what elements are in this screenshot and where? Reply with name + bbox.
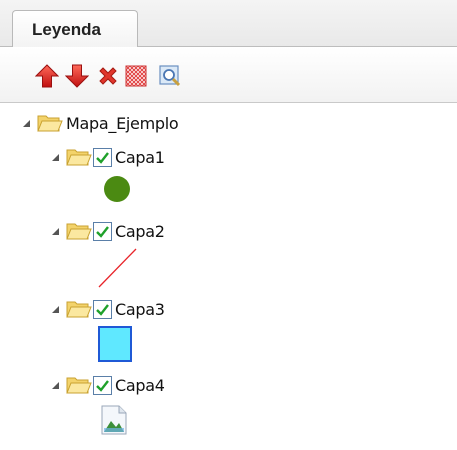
delete-button[interactable] xyxy=(96,64,120,88)
folder-open-icon xyxy=(66,149,92,166)
checkmark-icon xyxy=(96,151,109,164)
legend-tree: Mapa_Ejemplo Capa1 Capa2 Capa3 Capa4 xyxy=(0,104,457,450)
expand-toggle[interactable] xyxy=(50,152,60,162)
move-down-icon xyxy=(65,64,89,88)
tree-node-capa4[interactable]: Capa4 xyxy=(50,372,165,398)
triangle-down-icon xyxy=(51,227,59,235)
tab-leyenda[interactable]: Leyenda xyxy=(12,10,138,48)
tree-node-root[interactable]: Mapa_Ejemplo xyxy=(21,110,179,136)
folder-open-icon xyxy=(66,223,92,240)
expand-toggle[interactable] xyxy=(50,380,60,390)
layer-visibility-checkbox[interactable] xyxy=(93,147,112,167)
expand-toggle[interactable] xyxy=(50,304,60,314)
checkmark-icon xyxy=(96,225,109,238)
folder-open-icon xyxy=(37,115,63,132)
tree-node-capa3[interactable]: Capa3 xyxy=(50,296,165,322)
layer-visibility-checkbox[interactable] xyxy=(93,375,112,395)
point-symbol xyxy=(104,176,130,202)
layer-label: Capa3 xyxy=(115,299,165,319)
broken-image-icon xyxy=(101,405,127,435)
triangle-down-icon xyxy=(22,119,30,127)
transparency-button[interactable] xyxy=(124,64,148,88)
triangle-down-icon xyxy=(51,305,59,313)
layer-visibility-checkbox[interactable] xyxy=(93,221,112,241)
checkmark-icon xyxy=(96,379,109,392)
tree-node-capa1[interactable]: Capa1 xyxy=(50,144,165,170)
tab-strip: Leyenda xyxy=(0,0,457,48)
transparency-icon xyxy=(125,65,147,87)
tree-node-label: Mapa_Ejemplo xyxy=(66,113,179,133)
line-symbol xyxy=(98,248,137,288)
expand-toggle[interactable] xyxy=(21,118,31,128)
move-up-icon xyxy=(35,64,59,88)
triangle-down-icon xyxy=(51,381,59,389)
layer-label: Capa1 xyxy=(115,147,165,167)
zoom-to-layer-icon xyxy=(159,65,181,87)
move-down-button[interactable] xyxy=(65,64,89,88)
tree-node-capa2[interactable]: Capa2 xyxy=(50,218,165,244)
folder-open-icon xyxy=(66,377,92,394)
layer-label: Capa4 xyxy=(115,375,165,395)
layer-label: Capa2 xyxy=(115,221,165,241)
polygon-symbol xyxy=(98,326,132,362)
zoom-to-layer-button[interactable] xyxy=(158,64,182,88)
legend-panel: Leyenda Mapa_Ejemplo Capa1 Capa2 Capa3 C… xyxy=(0,0,457,450)
delete-icon xyxy=(99,67,117,85)
legend-toolbar xyxy=(0,47,457,103)
expand-toggle[interactable] xyxy=(50,226,60,236)
triangle-down-icon xyxy=(51,153,59,161)
layer-visibility-checkbox[interactable] xyxy=(93,299,112,319)
checkmark-icon xyxy=(96,303,109,316)
move-up-button[interactable] xyxy=(35,64,59,88)
folder-open-icon xyxy=(66,301,92,318)
